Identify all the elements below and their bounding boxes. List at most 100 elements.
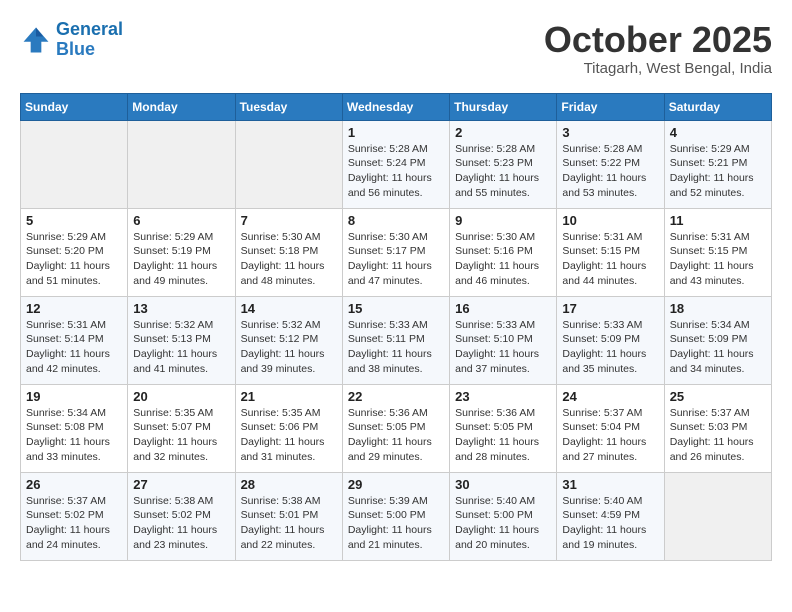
day-info: Sunrise: 5:35 AM Sunset: 5:07 PM Dayligh… xyxy=(133,406,229,465)
day-number: 22 xyxy=(348,389,444,404)
day-number: 10 xyxy=(562,213,658,228)
day-info: Sunrise: 5:36 AM Sunset: 5:05 PM Dayligh… xyxy=(455,406,551,465)
day-number: 7 xyxy=(241,213,337,228)
day-info: Sunrise: 5:40 AM Sunset: 5:00 PM Dayligh… xyxy=(455,494,551,553)
day-cell: 2 Sunrise: 5:28 AM Sunset: 5:23 PM Dayli… xyxy=(450,120,557,208)
logo-line2: Blue xyxy=(56,39,95,59)
day-cell: 30 Sunrise: 5:40 AM Sunset: 5:00 PM Dayl… xyxy=(450,472,557,560)
day-number: 23 xyxy=(455,389,551,404)
day-number: 18 xyxy=(670,301,766,316)
week-row-5: 26 Sunrise: 5:37 AM Sunset: 5:02 PM Dayl… xyxy=(21,472,772,560)
day-info: Sunrise: 5:33 AM Sunset: 5:11 PM Dayligh… xyxy=(348,318,444,377)
day-info: Sunrise: 5:40 AM Sunset: 4:59 PM Dayligh… xyxy=(562,494,658,553)
day-info: Sunrise: 5:38 AM Sunset: 5:01 PM Dayligh… xyxy=(241,494,337,553)
day-number: 3 xyxy=(562,125,658,140)
logo-icon xyxy=(20,24,52,56)
day-number: 15 xyxy=(348,301,444,316)
day-number: 11 xyxy=(670,213,766,228)
day-cell xyxy=(128,120,235,208)
day-number: 31 xyxy=(562,477,658,492)
day-cell: 1 Sunrise: 5:28 AM Sunset: 5:24 PM Dayli… xyxy=(342,120,449,208)
page-header: General Blue October 2025 Titagarh, West… xyxy=(20,20,772,77)
day-info: Sunrise: 5:31 AM Sunset: 5:15 PM Dayligh… xyxy=(670,230,766,289)
day-info: Sunrise: 5:39 AM Sunset: 5:00 PM Dayligh… xyxy=(348,494,444,553)
day-number: 6 xyxy=(133,213,229,228)
day-cell: 23 Sunrise: 5:36 AM Sunset: 5:05 PM Dayl… xyxy=(450,384,557,472)
col-friday: Friday xyxy=(557,93,664,120)
day-cell: 4 Sunrise: 5:29 AM Sunset: 5:21 PM Dayli… xyxy=(664,120,771,208)
col-thursday: Thursday xyxy=(450,93,557,120)
day-cell: 5 Sunrise: 5:29 AM Sunset: 5:20 PM Dayli… xyxy=(21,208,128,296)
col-sunday: Sunday xyxy=(21,93,128,120)
day-info: Sunrise: 5:36 AM Sunset: 5:05 PM Dayligh… xyxy=(348,406,444,465)
day-info: Sunrise: 5:30 AM Sunset: 5:18 PM Dayligh… xyxy=(241,230,337,289)
day-cell: 20 Sunrise: 5:35 AM Sunset: 5:07 PM Dayl… xyxy=(128,384,235,472)
week-row-2: 5 Sunrise: 5:29 AM Sunset: 5:20 PM Dayli… xyxy=(21,208,772,296)
logo: General Blue xyxy=(20,20,123,60)
day-info: Sunrise: 5:35 AM Sunset: 5:06 PM Dayligh… xyxy=(241,406,337,465)
calendar-table: Sunday Monday Tuesday Wednesday Thursday… xyxy=(20,93,772,561)
day-cell: 31 Sunrise: 5:40 AM Sunset: 4:59 PM Dayl… xyxy=(557,472,664,560)
day-cell: 21 Sunrise: 5:35 AM Sunset: 5:06 PM Dayl… xyxy=(235,384,342,472)
day-cell: 16 Sunrise: 5:33 AM Sunset: 5:10 PM Dayl… xyxy=(450,296,557,384)
calendar-body: 1 Sunrise: 5:28 AM Sunset: 5:24 PM Dayli… xyxy=(21,120,772,560)
day-info: Sunrise: 5:32 AM Sunset: 5:12 PM Dayligh… xyxy=(241,318,337,377)
day-cell: 19 Sunrise: 5:34 AM Sunset: 5:08 PM Dayl… xyxy=(21,384,128,472)
day-number: 1 xyxy=(348,125,444,140)
day-info: Sunrise: 5:31 AM Sunset: 5:15 PM Dayligh… xyxy=(562,230,658,289)
day-number: 30 xyxy=(455,477,551,492)
logo-line1: General xyxy=(56,19,123,39)
day-info: Sunrise: 5:38 AM Sunset: 5:02 PM Dayligh… xyxy=(133,494,229,553)
day-cell: 13 Sunrise: 5:32 AM Sunset: 5:13 PM Dayl… xyxy=(128,296,235,384)
day-number: 27 xyxy=(133,477,229,492)
day-cell xyxy=(21,120,128,208)
day-cell: 22 Sunrise: 5:36 AM Sunset: 5:05 PM Dayl… xyxy=(342,384,449,472)
day-info: Sunrise: 5:28 AM Sunset: 5:23 PM Dayligh… xyxy=(455,142,551,201)
day-cell: 14 Sunrise: 5:32 AM Sunset: 5:12 PM Dayl… xyxy=(235,296,342,384)
day-number: 19 xyxy=(26,389,122,404)
day-info: Sunrise: 5:33 AM Sunset: 5:10 PM Dayligh… xyxy=(455,318,551,377)
month-title: October 2025 xyxy=(544,20,772,60)
day-cell: 24 Sunrise: 5:37 AM Sunset: 5:04 PM Dayl… xyxy=(557,384,664,472)
day-info: Sunrise: 5:30 AM Sunset: 5:17 PM Dayligh… xyxy=(348,230,444,289)
day-cell: 27 Sunrise: 5:38 AM Sunset: 5:02 PM Dayl… xyxy=(128,472,235,560)
day-cell: 9 Sunrise: 5:30 AM Sunset: 5:16 PM Dayli… xyxy=(450,208,557,296)
day-cell: 6 Sunrise: 5:29 AM Sunset: 5:19 PM Dayli… xyxy=(128,208,235,296)
day-info: Sunrise: 5:32 AM Sunset: 5:13 PM Dayligh… xyxy=(133,318,229,377)
day-cell: 10 Sunrise: 5:31 AM Sunset: 5:15 PM Dayl… xyxy=(557,208,664,296)
logo-text: General Blue xyxy=(56,20,123,60)
day-info: Sunrise: 5:37 AM Sunset: 5:04 PM Dayligh… xyxy=(562,406,658,465)
day-number: 28 xyxy=(241,477,337,492)
day-number: 26 xyxy=(26,477,122,492)
day-number: 9 xyxy=(455,213,551,228)
day-number: 16 xyxy=(455,301,551,316)
day-cell xyxy=(235,120,342,208)
day-info: Sunrise: 5:29 AM Sunset: 5:19 PM Dayligh… xyxy=(133,230,229,289)
day-info: Sunrise: 5:28 AM Sunset: 5:24 PM Dayligh… xyxy=(348,142,444,201)
day-number: 20 xyxy=(133,389,229,404)
day-info: Sunrise: 5:30 AM Sunset: 5:16 PM Dayligh… xyxy=(455,230,551,289)
day-number: 8 xyxy=(348,213,444,228)
day-cell: 29 Sunrise: 5:39 AM Sunset: 5:00 PM Dayl… xyxy=(342,472,449,560)
day-info: Sunrise: 5:31 AM Sunset: 5:14 PM Dayligh… xyxy=(26,318,122,377)
day-number: 4 xyxy=(670,125,766,140)
day-info: Sunrise: 5:37 AM Sunset: 5:03 PM Dayligh… xyxy=(670,406,766,465)
day-info: Sunrise: 5:28 AM Sunset: 5:22 PM Dayligh… xyxy=(562,142,658,201)
day-number: 12 xyxy=(26,301,122,316)
title-block: October 2025 Titagarh, West Bengal, Indi… xyxy=(544,20,772,77)
day-cell: 15 Sunrise: 5:33 AM Sunset: 5:11 PM Dayl… xyxy=(342,296,449,384)
day-cell: 3 Sunrise: 5:28 AM Sunset: 5:22 PM Dayli… xyxy=(557,120,664,208)
week-row-3: 12 Sunrise: 5:31 AM Sunset: 5:14 PM Dayl… xyxy=(21,296,772,384)
day-number: 17 xyxy=(562,301,658,316)
day-cell: 12 Sunrise: 5:31 AM Sunset: 5:14 PM Dayl… xyxy=(21,296,128,384)
col-monday: Monday xyxy=(128,93,235,120)
calendar-header: Sunday Monday Tuesday Wednesday Thursday… xyxy=(21,93,772,120)
day-number: 25 xyxy=(670,389,766,404)
day-info: Sunrise: 5:34 AM Sunset: 5:08 PM Dayligh… xyxy=(26,406,122,465)
day-number: 14 xyxy=(241,301,337,316)
day-number: 29 xyxy=(348,477,444,492)
day-number: 2 xyxy=(455,125,551,140)
col-tuesday: Tuesday xyxy=(235,93,342,120)
day-info: Sunrise: 5:33 AM Sunset: 5:09 PM Dayligh… xyxy=(562,318,658,377)
week-row-4: 19 Sunrise: 5:34 AM Sunset: 5:08 PM Dayl… xyxy=(21,384,772,472)
